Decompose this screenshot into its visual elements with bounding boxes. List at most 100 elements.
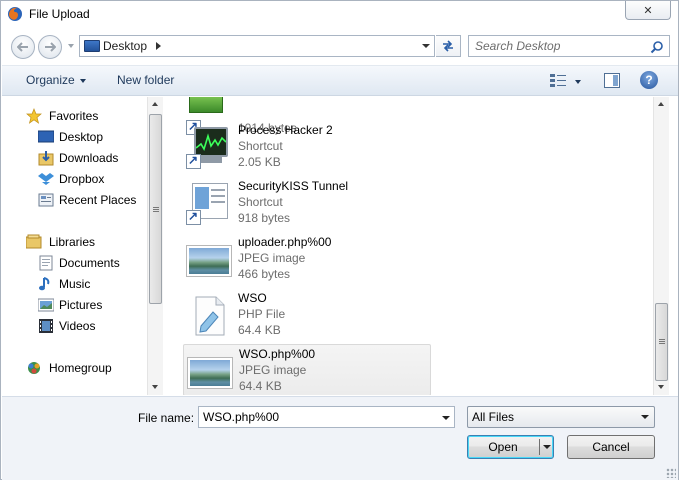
file-type-filter-select[interactable]: All Files [467, 406, 655, 428]
nav-favorites[interactable]: Favorites [26, 107, 146, 125]
document-icon [195, 296, 225, 336]
search-input[interactable] [475, 39, 645, 53]
nav-item-label: Music [59, 277, 91, 291]
nav-item-dropbox[interactable]: Dropbox [38, 170, 158, 188]
libraries-icon [26, 234, 42, 249]
file-list-scrollbar[interactable] [653, 97, 669, 395]
open-button-label: Open [488, 440, 518, 454]
file-name-combobox[interactable] [198, 406, 455, 428]
split-divider [539, 439, 540, 455]
chevron-down-icon[interactable] [442, 416, 450, 420]
navigation-scrollbar[interactable] [147, 97, 163, 395]
back-button[interactable] [11, 35, 35, 59]
address-bar[interactable]: Desktop [79, 35, 435, 57]
dropbox-icon [38, 173, 54, 185]
nav-homegroup[interactable]: Homegroup [26, 359, 146, 377]
file-type: JPEG image [239, 363, 307, 377]
scroll-down-icon[interactable] [658, 385, 664, 389]
grip-line [153, 211, 159, 212]
scrollbar-thumb[interactable] [655, 303, 668, 381]
preview-pane-icon[interactable] [604, 73, 620, 88]
close-icon: ✕ [643, 4, 653, 17]
view-options-chevron-icon[interactable] [575, 80, 581, 84]
file-item-selected[interactable]: WSO.php%00 JPEG image 64.4 KB [183, 344, 431, 395]
jpeg-image-icon [186, 237, 231, 281]
nav-libraries[interactable]: Libraries [26, 233, 146, 251]
file-size: 64.4 KB [238, 323, 281, 337]
nav-item-label: Documents [59, 256, 120, 270]
open-button[interactable]: Open [467, 435, 554, 459]
file-item[interactable]: Process Hacker 2 Shortcut 2.05 KB [183, 121, 431, 173]
file-type-filter-value: All Files [472, 410, 515, 424]
refresh-icon [443, 40, 453, 52]
nav-item-music[interactable]: Music [38, 275, 158, 293]
activity-graph-icon [196, 133, 226, 151]
shortcut-arrow-icon [186, 209, 201, 225]
nav-item-label: Recent Places [59, 193, 137, 207]
address-location[interactable]: Desktop [103, 39, 147, 53]
file-name: uploader.php%00 [238, 235, 332, 249]
cancel-button-label: Cancel [592, 440, 630, 454]
star-icon [26, 108, 42, 124]
dialog-footer: File name: All Files Open Cancel [2, 396, 678, 480]
desktop-icon [84, 40, 100, 52]
title-bar: File Upload ✕ [1, 1, 678, 31]
forward-button[interactable] [38, 35, 62, 59]
change-view-icon[interactable] [550, 74, 566, 88]
scroll-up-icon[interactable] [658, 102, 664, 106]
file-name: WSO [238, 291, 267, 305]
close-button[interactable]: ✕ [625, 1, 671, 20]
scroll-down-icon[interactable] [152, 385, 158, 389]
search-icon[interactable] [650, 40, 664, 54]
php-file-icon [186, 293, 231, 337]
shortcut-arrow-icon [186, 153, 201, 169]
grip-line [659, 341, 665, 342]
file-size: 64.4 KB [239, 379, 282, 393]
new-folder-button[interactable]: New folder [117, 73, 174, 87]
refresh-button[interactable] [436, 35, 461, 57]
nav-favorites-label: Favorites [49, 109, 99, 123]
window-title: File Upload [29, 7, 90, 21]
nav-item-downloads[interactable]: Downloads [38, 149, 158, 167]
recent-locations-chevron-icon[interactable] [68, 44, 74, 48]
organize-button[interactable]: Organize [26, 73, 86, 87]
resize-grip-icon[interactable] [666, 468, 676, 478]
downloads-icon [38, 151, 54, 166]
file-item[interactable]: uploader.php%00 JPEG image 466 bytes [183, 233, 431, 285]
breadcrumb-chevron-icon[interactable] [156, 42, 161, 50]
nav-libraries-label: Libraries [49, 235, 96, 249]
scroll-up-icon[interactable] [152, 102, 158, 106]
forward-arrow-icon [45, 42, 56, 52]
organize-label: Organize [26, 73, 75, 87]
file-type: JPEG image [238, 251, 306, 265]
firefox-icon [8, 7, 22, 21]
nav-item-documents[interactable]: Documents [38, 254, 158, 272]
file-name-input[interactable] [203, 410, 428, 424]
address-dropdown-icon[interactable] [422, 44, 430, 48]
file-type: PHP File [238, 307, 286, 321]
file-size: 466 bytes [238, 267, 291, 281]
nav-item-pictures[interactable]: Pictures [38, 296, 158, 314]
nav-item-label: Dropbox [59, 172, 105, 186]
search-box[interactable] [468, 35, 670, 57]
file-type: Shortcut [238, 195, 283, 209]
videos-icon [39, 319, 53, 333]
help-icon[interactable]: ? [640, 71, 658, 89]
recent-places-icon [38, 193, 54, 207]
nav-item-label: Downloads [59, 151, 119, 165]
nav-item-recent-places[interactable]: Recent Places [38, 191, 158, 209]
open-options-chevron-icon[interactable] [543, 445, 551, 449]
nav-item-desktop[interactable]: Desktop [38, 128, 158, 146]
file-type: Shortcut [238, 139, 283, 153]
image-thumbnail [187, 246, 231, 276]
nav-item-videos[interactable]: Videos [38, 317, 158, 335]
securitykiss-icon [186, 181, 231, 225]
desktop-icon [38, 130, 54, 143]
file-name: Process Hacker 2 [238, 123, 333, 137]
file-name: WSO.php%00 [239, 347, 316, 361]
cancel-button[interactable]: Cancel [567, 435, 655, 459]
file-size: 2.05 KB [238, 155, 281, 169]
file-item[interactable]: WSO PHP File 64.4 KB [183, 289, 431, 341]
file-item[interactable]: SecurityKISS Tunnel Shortcut 918 bytes [183, 177, 431, 229]
scrollbar-thumb[interactable] [149, 114, 162, 304]
